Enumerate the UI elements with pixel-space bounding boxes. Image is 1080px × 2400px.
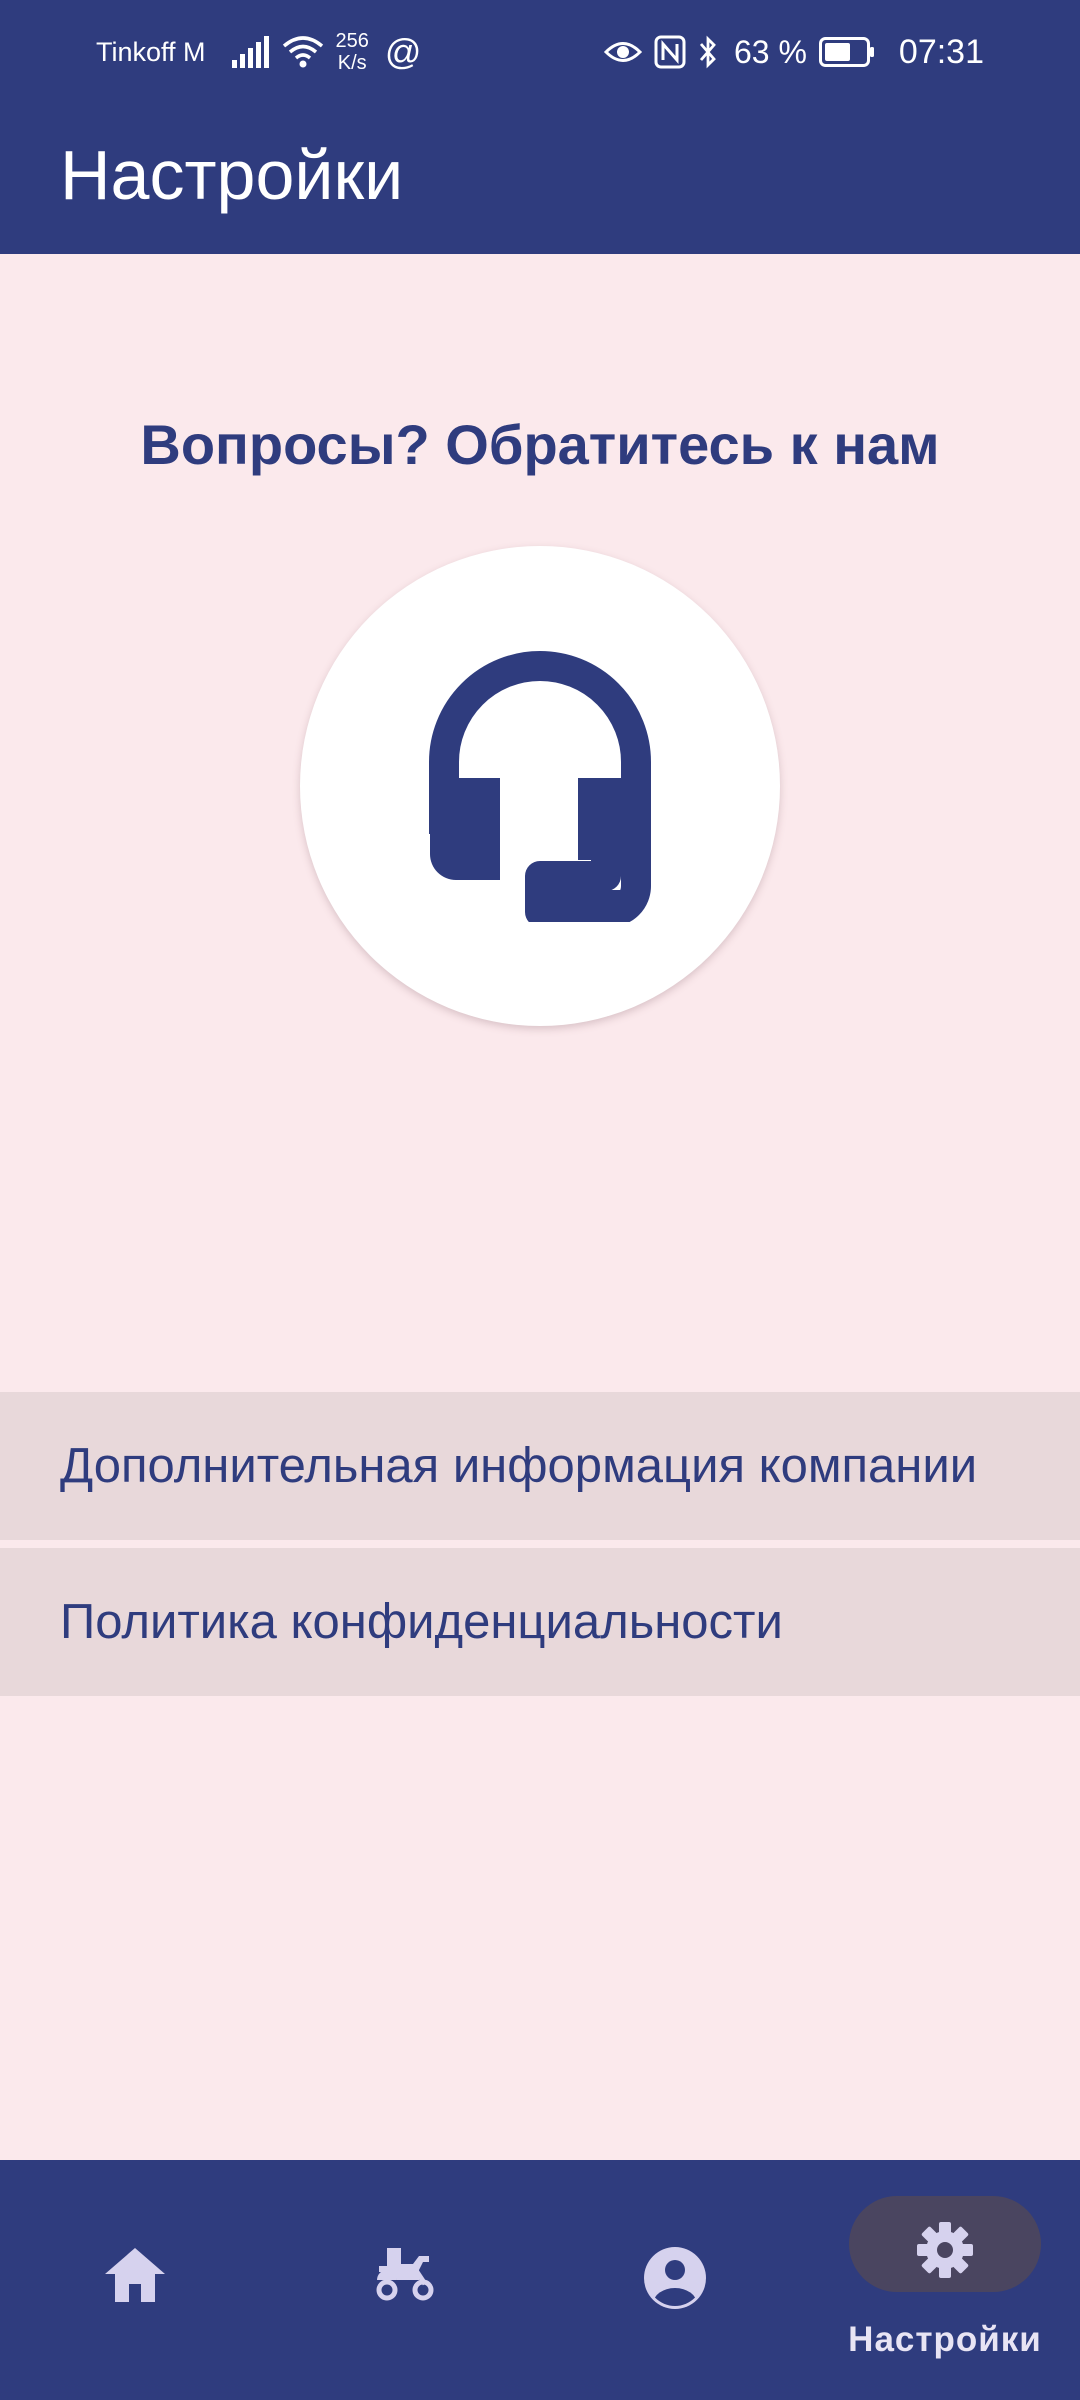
status-bar-left: Tinkoff M 256 K/s @ [96,0,433,104]
nav-item-profile[interactable] [540,2160,810,2400]
page-title: Настройки [60,136,404,214]
battery-percentage: 63 % [733,33,807,70]
menu-item-company-info[interactable]: Дополнительная информация компании [0,1392,1080,1540]
network-speed: 256 K/s [336,30,369,74]
home-icon [105,2248,165,2302]
status-bar-right: 63 % 07:31 [603,0,984,104]
nav-item-delivery[interactable] [270,2160,540,2400]
scooter-icon [376,2248,434,2301]
bluetooth-icon [698,35,718,69]
menu-item-label: Политика конфиденциальности [60,1595,783,1649]
network-speed-value: 256 [335,30,369,52]
contact-heading: Вопросы? Обратитесь к нам [140,413,940,476]
bottom-navigation: Настройки [0,2160,1080,2400]
carrier-name: Tinkoff M [96,36,206,67]
gear-icon [917,2222,973,2278]
clock: 07:31 [898,32,984,71]
menu-item-label: Дополнительная информация компании [60,1439,978,1493]
support-contact-button[interactable] [300,546,780,1026]
eye-icon [603,39,642,65]
battery-icon [818,37,875,67]
headset-icon [429,651,651,922]
wifi-icon [282,36,324,68]
network-speed-unit: K/s [337,52,367,74]
nav-item-home[interactable] [0,2160,270,2400]
app-bar: Настройки [0,104,1080,254]
account-circle-icon [644,2247,706,2309]
at-icon: @ [384,31,422,72]
status-bar: Tinkoff M 256 K/s @ 63 % 07:31 [0,0,1080,104]
signal-icon [230,36,270,68]
nav-item-settings[interactable]: Настройки [810,2160,1080,2400]
nfc-icon [654,35,686,69]
menu-item-privacy-policy[interactable]: Политика конфиденциальности [0,1548,1080,1696]
nav-item-label: Настройки [848,2320,1042,2359]
